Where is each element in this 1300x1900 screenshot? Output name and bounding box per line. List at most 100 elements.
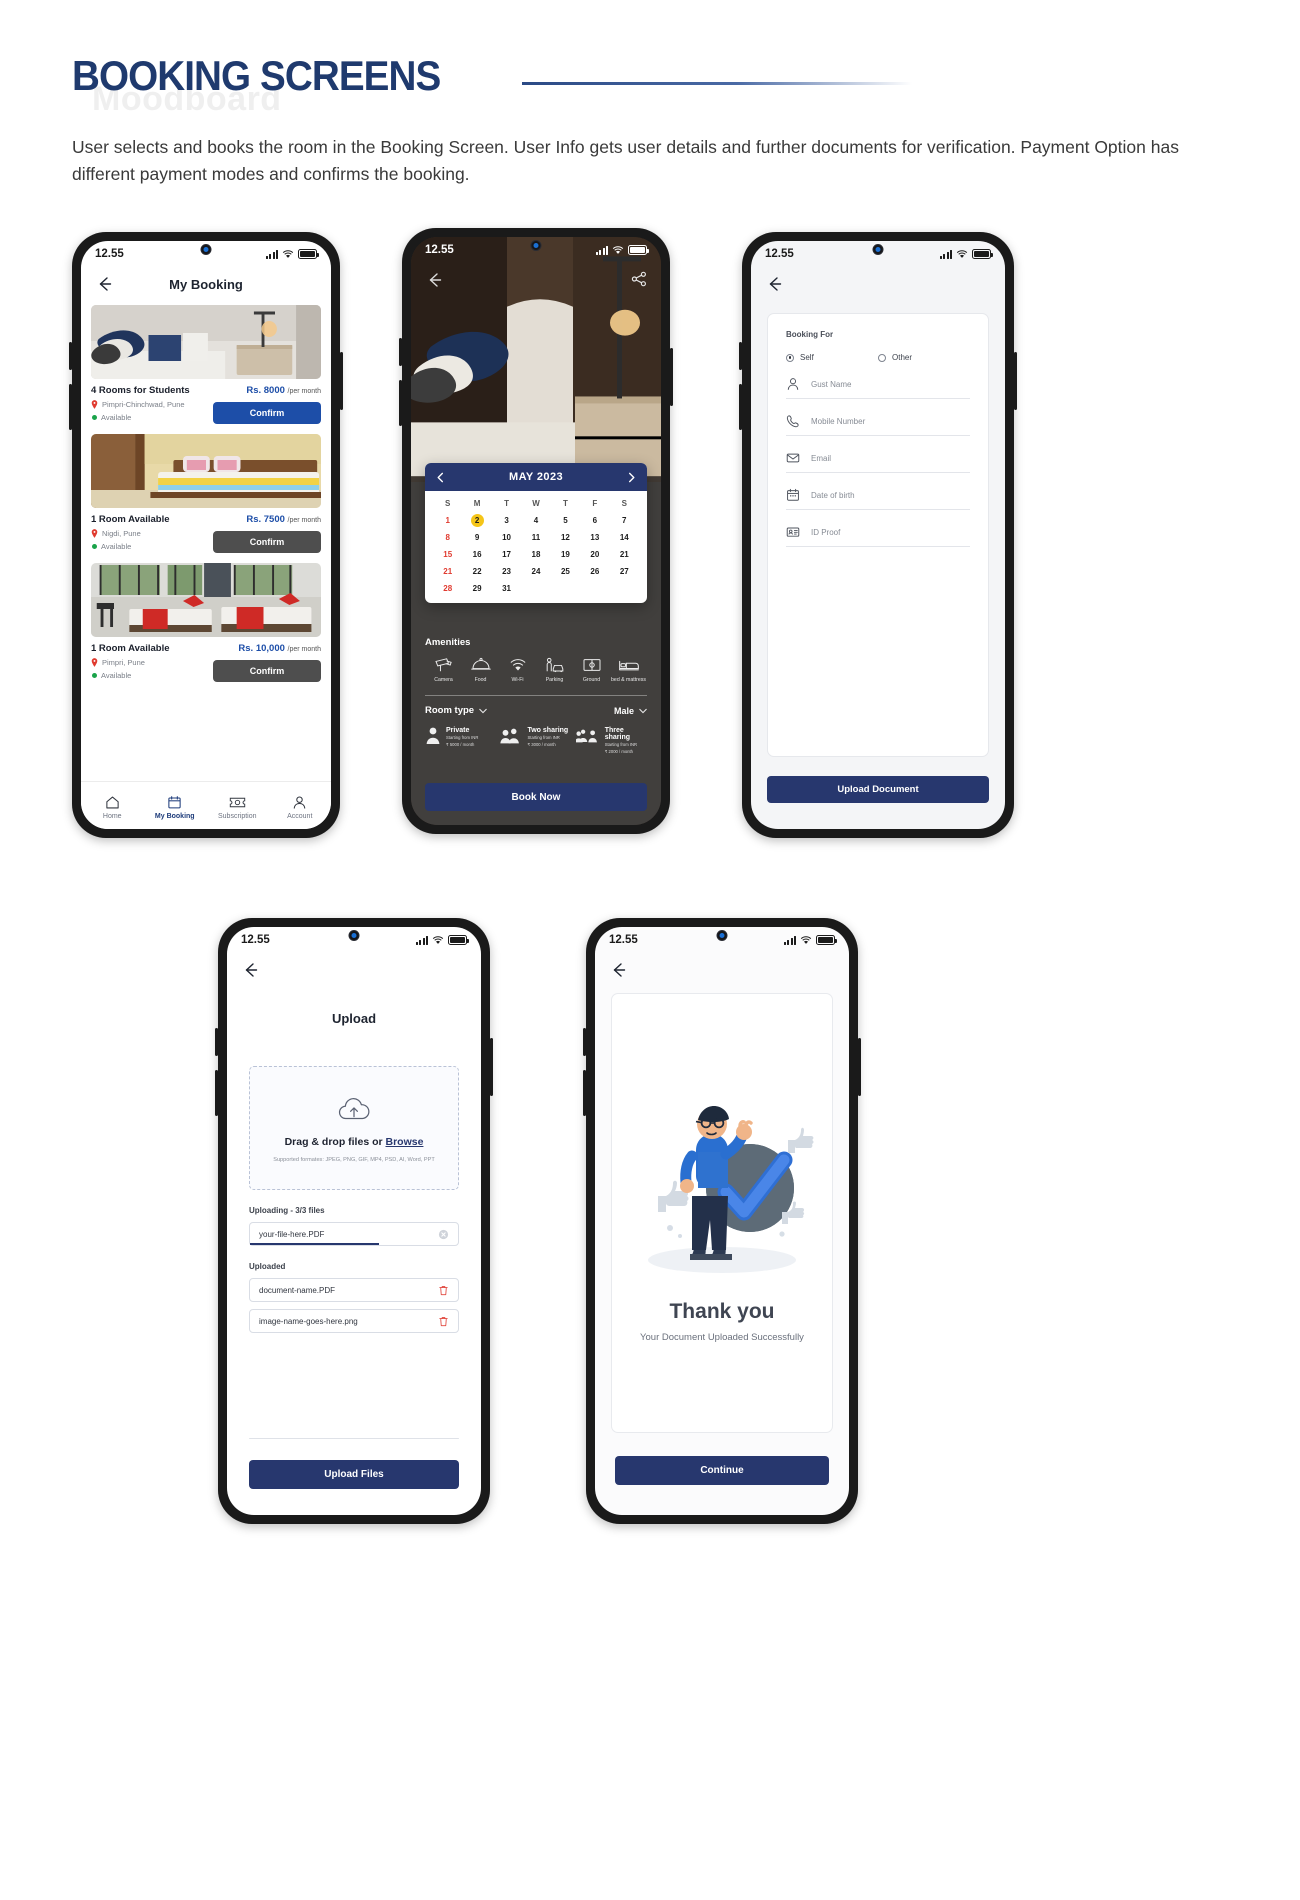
trash-icon[interactable] [438,1285,449,1296]
uploading-file-row[interactable]: your-file-here.PDF [249,1222,459,1246]
amenity-ground[interactable]: Ground [573,657,610,683]
upload-progress-bar [250,1242,379,1245]
confirm-button[interactable]: Confirm [213,531,321,553]
amenity-camera[interactable]: Camera [425,657,462,683]
bottom-nav-my-booking[interactable]: My Booking [148,795,202,820]
phone-upload: 12.55 Upload Drag & drop files or Browse… [215,918,493,1524]
calendar-day[interactable]: 1 [433,514,462,527]
calendar-day[interactable]: 17 [492,548,521,561]
room-type-three-sharing[interactable]: Three sharing Starting from INR ₹ 2000 /… [575,727,647,756]
book-now-button[interactable]: Book Now [425,783,647,811]
uploaded-file-row[interactable]: document-name.PDF [249,1278,459,1302]
radio-self[interactable]: Self [786,353,878,362]
upload-files-button[interactable]: Upload Files [249,1460,459,1489]
bottom-nav-subscription[interactable]: Subscription [210,795,264,820]
calendar-day[interactable]: 31 [492,582,521,595]
chevron-left-icon[interactable] [435,472,446,483]
cloud-upload-icon [338,1098,370,1120]
upload-document-button[interactable]: Upload Document [767,776,989,803]
calendar-day[interactable]: 20 [580,548,609,561]
front-camera-icon [716,930,728,941]
calendar-day[interactable]: 27 [610,565,639,578]
room-card[interactable]: 1 Room Available Pimpri, Pune Available … [91,563,321,682]
chevron-down-icon[interactable] [639,708,647,714]
room-card[interactable]: 1 Room Available Nigdi, Pune Available R… [91,434,321,553]
calendar-day[interactable]: 2 [470,514,484,527]
uploaded-file-name: image-name-goes-here.png [259,1316,358,1326]
room-status: Available [91,413,213,422]
dropzone[interactable]: Drag & drop files or Browse Supported fo… [249,1066,459,1190]
back-arrow-icon[interactable] [95,274,115,294]
calendar-day[interactable]: 23 [492,565,521,578]
room-card[interactable]: 4 Rooms for Students Pimpri-Chinchwad, P… [91,305,321,424]
calendar-day[interactable]: 24 [521,565,550,578]
chevron-right-icon[interactable] [626,472,637,483]
calendar-day[interactable]: 6 [580,514,609,527]
calendar-day[interactable]: 7 [610,514,639,527]
calendar-day[interactable]: 29 [462,582,491,595]
amenity-parking[interactable]: Parking [536,657,573,683]
back-arrow-icon[interactable] [609,960,629,980]
calendar-day[interactable]: 25 [551,565,580,578]
email-field[interactable]: Email [786,436,970,473]
id-proof-field[interactable]: ID Proof [786,510,970,547]
calendar-day[interactable]: 22 [462,565,491,578]
calendar-day[interactable]: 4 [521,514,550,527]
two-person-icon [500,728,520,744]
battery-icon [972,249,993,259]
calendar-day[interactable]: 19 [551,548,580,561]
guest-name-field[interactable]: Gust Name [786,362,970,399]
phone-my-booking: 12.55 My Booking 4 Rooms for Students Pi… [69,232,343,838]
calendar-day[interactable]: 8 [433,531,462,544]
calendar-day[interactable]: 11 [521,531,550,544]
amenity-food[interactable]: Food [462,657,499,683]
confirm-button[interactable]: Confirm [213,402,321,424]
calendar-day[interactable]: 16 [462,548,491,561]
amenity-bed[interactable]: bed & mattress [610,657,647,683]
id-proof-placeholder: ID Proof [811,527,841,537]
room-type-two-sharing[interactable]: Two sharing Starting from INR ₹ 3000 / m… [500,727,571,756]
back-arrow-icon[interactable] [765,274,785,294]
calendar-day[interactable]: 15 [433,548,462,561]
calendar-day[interactable]: 10 [492,531,521,544]
calendar-day[interactable]: 9 [462,531,491,544]
room-type-private[interactable]: Private Starting from INR ₹ 5000 / month [425,727,496,756]
continue-button[interactable]: Continue [615,1456,829,1485]
bottom-navigation: Home My Booking Subscription Account [81,781,331,829]
calendar-day[interactable]: 5 [551,514,580,527]
page-description: User selects and books the room in the B… [72,137,1179,185]
front-camera-icon [872,244,884,255]
bottom-nav-account[interactable]: Account [273,795,327,820]
calendar-day[interactable]: 21 [433,565,462,578]
status-bar: 12.55 [81,241,331,267]
trash-icon[interactable] [438,1316,449,1327]
uploaded-file-row[interactable]: image-name-goes-here.png [249,1309,459,1333]
scroll-indicator[interactable] [249,1437,459,1439]
calendar-day[interactable]: 18 [521,548,550,561]
bed-icon [618,660,639,671]
battery-icon [448,935,469,945]
browse-link[interactable]: Browse [386,1136,424,1148]
bottom-nav-home[interactable]: Home [85,795,139,820]
back-arrow-icon[interactable] [425,270,445,290]
radio-other[interactable]: Other [878,353,970,362]
date-of-birth-field[interactable]: Date of birth [786,473,970,510]
confirm-button[interactable]: Confirm [213,660,321,682]
amenity-wifi[interactable]: Wi-Fi [499,657,536,683]
calendar-day[interactable]: 14 [610,531,639,544]
battery-icon [298,249,319,259]
calendar-day[interactable]: 21 [610,548,639,561]
uploaded-file-name: document-name.PDF [259,1285,336,1295]
back-arrow-icon[interactable] [241,960,261,980]
calendar-day[interactable]: 3 [492,514,521,527]
calendar-grid[interactable]: S M T W T F S 1 2 3 4 5 6 7 8 9 10 11 12 13 14 15 16 17 18 19 20 21… [425,491,647,603]
calendar-day[interactable]: 13 [580,531,609,544]
chevron-down-icon[interactable] [479,708,487,714]
mobile-number-field[interactable]: Mobile Number [786,399,970,436]
id-card-icon [786,527,800,537]
calendar-day[interactable]: 12 [551,531,580,544]
share-icon[interactable] [631,271,647,287]
calendar-day[interactable]: 26 [580,565,609,578]
close-circle-icon[interactable] [438,1229,449,1240]
calendar-day[interactable]: 28 [433,582,462,595]
